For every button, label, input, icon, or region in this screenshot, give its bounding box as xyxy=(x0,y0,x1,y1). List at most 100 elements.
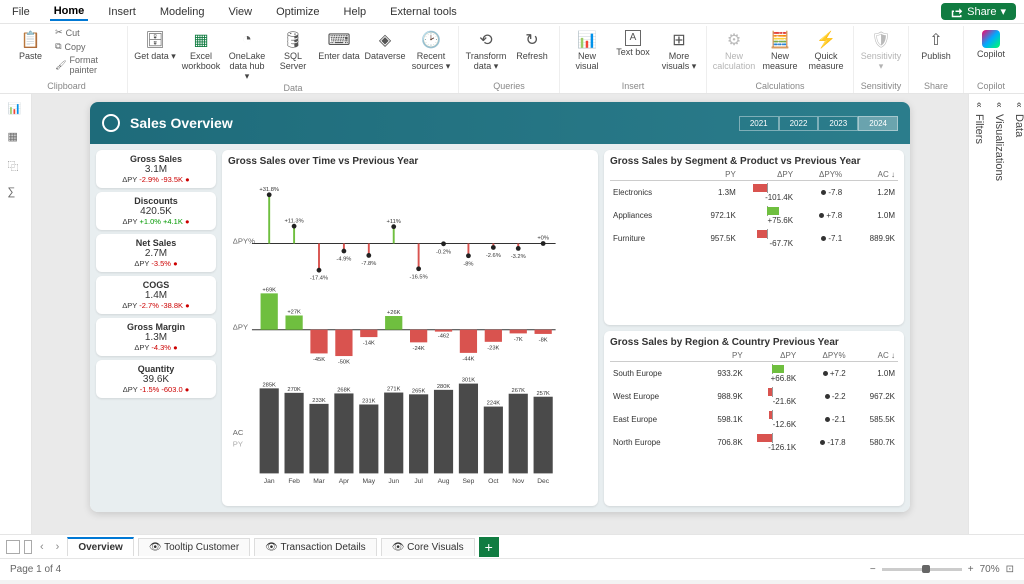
excel-button[interactable]: ▦Excel workbook xyxy=(180,26,222,72)
menu-view[interactable]: View xyxy=(224,4,256,20)
onelake-button[interactable]: ◔OneLake data hub ▾ xyxy=(226,26,268,82)
svg-text:-462: -462 xyxy=(438,334,449,340)
page-prev[interactable]: ‹ xyxy=(36,541,48,553)
table-row[interactable]: East Europe598.1K-12.6K -2.1585.5K xyxy=(610,408,898,431)
zoom-in-button[interactable]: + xyxy=(968,564,974,575)
kpi-card[interactable]: Gross Sales3.1MΔPY -2.9% -93.5K ● xyxy=(96,150,216,188)
svg-text:Dec: Dec xyxy=(537,478,550,485)
cut-button[interactable]: ✂Cut xyxy=(53,26,121,39)
page-tab-tooltip-customer[interactable]: 👁 Tooltip Customer xyxy=(138,538,250,556)
menu-help[interactable]: Help xyxy=(340,4,371,20)
svg-text:-50K: -50K xyxy=(338,360,350,366)
svg-text:-24K: -24K xyxy=(413,346,425,352)
page-tab-transaction-details[interactable]: 👁 Transaction Details xyxy=(254,538,377,556)
text-box-button[interactable]: AText box xyxy=(612,26,654,58)
year-2023[interactable]: 2023 xyxy=(818,116,858,131)
copilot-button[interactable]: Copilot xyxy=(970,26,1012,60)
region-title: Gross Sales by Region & Country Previous… xyxy=(610,337,898,348)
svg-text:-8K: -8K xyxy=(539,338,548,344)
sql-server-button[interactable]: 🛢SQL Server xyxy=(272,26,314,72)
add-page-button[interactable]: + xyxy=(479,537,499,557)
svg-text:-44K: -44K xyxy=(462,357,474,363)
menu-external-tools[interactable]: External tools xyxy=(386,4,461,20)
quick-measure-button[interactable]: ⚡Quick measure xyxy=(805,26,847,72)
dax-view-icon[interactable]: ∑ xyxy=(8,186,24,202)
svg-text:Jun: Jun xyxy=(388,478,399,485)
menu-insert[interactable]: Insert xyxy=(104,4,140,20)
fit-page-button[interactable]: ⊡ xyxy=(1006,564,1014,575)
time-chart-visual[interactable]: Gross Sales over Time vs Previous Year Δ… xyxy=(222,150,598,506)
kpi-card[interactable]: Quantity39.6KΔPY -1.5% -603.0 ● xyxy=(96,360,216,398)
ribbon-label-queries: Queries xyxy=(493,80,525,93)
share-button[interactable]: Share ▾ xyxy=(941,3,1016,20)
copy-button[interactable]: ⧉Copy xyxy=(53,40,121,53)
ribbon-label-calculations: Calculations xyxy=(755,80,804,93)
page-tab-overview[interactable]: Overview xyxy=(67,537,133,556)
page-next[interactable]: › xyxy=(52,541,64,553)
year-slicer[interactable]: 2021 2022 2023 2024 xyxy=(739,116,898,131)
ribbon-label-clipboard: Clipboard xyxy=(47,80,86,93)
page-tab-core-visuals[interactable]: 👁 Core Visuals xyxy=(381,538,475,556)
table-row[interactable]: South Europe933.2K+66.8K +7.21.0M xyxy=(610,362,898,386)
table-row[interactable]: Furniture957.5K-67.7K -7.1889.9K xyxy=(610,227,898,250)
table-row[interactable]: Appliances972.1K+75.6K +7.81.0M xyxy=(610,204,898,227)
kpi-card[interactable]: COGS1.4MΔPY -2.7% -38.8K ● xyxy=(96,276,216,314)
region-visual[interactable]: Gross Sales by Region & Country Previous… xyxy=(604,331,904,506)
report-title: Sales Overview xyxy=(130,115,233,131)
zoom-slider[interactable] xyxy=(882,568,962,571)
visualizations-pane-tab[interactable]: «Visualizations xyxy=(989,94,1009,534)
svg-text:+0%: +0% xyxy=(537,236,549,242)
table-row[interactable]: West Europe988.9K-21.6K -2.2967.2K xyxy=(610,385,898,408)
format-painter-button[interactable]: 🖌Format painter xyxy=(53,54,121,76)
year-2021[interactable]: 2021 xyxy=(739,116,779,131)
kpi-card[interactable]: Gross Margin1.3MΔPY -4.3% ● xyxy=(96,318,216,356)
svg-text:-2.6%: -2.6% xyxy=(486,253,501,259)
more-visuals-button[interactable]: ⊞More visuals ▾ xyxy=(658,26,700,72)
year-2024[interactable]: 2024 xyxy=(858,116,898,131)
svg-text:301K: 301K xyxy=(462,378,476,384)
table-row[interactable]: Electronics1.3M-101.4K -7.81.2M xyxy=(610,181,898,205)
time-chart: ΔPY%+31.8%+11.3%-17.4%-4.9%-7.8%+11%-16.… xyxy=(228,169,592,500)
status-bar: Page 1 of 4 − + 70% ⊡ xyxy=(0,558,1024,580)
new-visual-button[interactable]: 📊New visual xyxy=(566,26,608,72)
kpi-card[interactable]: Discounts420.5KΔPY +1.0% +4.1K ● xyxy=(96,192,216,230)
report-page: Sales Overview 2021 2022 2023 2024 Gross… xyxy=(90,102,910,512)
svg-text:Feb: Feb xyxy=(288,478,300,485)
recent-sources-button[interactable]: 🕑Recent sources ▾ xyxy=(410,26,452,72)
menu-optimize[interactable]: Optimize xyxy=(272,4,323,20)
mobile-layout-icon[interactable] xyxy=(24,540,32,554)
refresh-button[interactable]: ↻Refresh xyxy=(511,26,553,62)
svg-text:+11.3%: +11.3% xyxy=(285,218,304,224)
new-measure-button[interactable]: 🧮New measure xyxy=(759,26,801,72)
report-canvas[interactable]: Sales Overview 2021 2022 2023 2024 Gross… xyxy=(32,94,968,534)
sensitivity-button[interactable]: 🛡Sensitivity ▾ xyxy=(860,26,902,72)
segment-title: Gross Sales by Segment & Product vs Prev… xyxy=(610,156,898,167)
data-pane-tab[interactable]: «Data xyxy=(1009,94,1024,534)
filters-pane-tab[interactable]: «Filters xyxy=(969,94,989,534)
ribbon-group-queries: ⟲Transform data ▾ ↻Refresh Queries xyxy=(459,26,560,93)
svg-text:-7K: -7K xyxy=(514,337,523,343)
paste-button[interactable]: 📋Paste xyxy=(12,26,49,62)
desktop-layout-icon[interactable] xyxy=(6,540,20,554)
table-view-icon[interactable]: ▦ xyxy=(8,130,24,146)
time-chart-title: Gross Sales over Time vs Previous Year xyxy=(228,156,592,167)
menu-file[interactable]: File xyxy=(8,4,34,20)
model-view-icon[interactable]: ⿻ xyxy=(8,158,24,174)
dataverse-button[interactable]: ◈Dataverse xyxy=(364,26,406,62)
table-row[interactable]: North Europe706.8K-126.1K -17.8580.7K xyxy=(610,431,898,454)
kpi-card[interactable]: Net Sales2.7MΔPY -3.5% ● xyxy=(96,234,216,272)
year-2022[interactable]: 2022 xyxy=(779,116,819,131)
page-indicator: Page 1 of 4 xyxy=(10,564,61,575)
report-view-icon[interactable]: 📊 xyxy=(8,102,24,118)
zoom-out-button[interactable]: − xyxy=(870,564,876,575)
svg-text:+11%: +11% xyxy=(387,219,401,225)
get-data-button[interactable]: 🗄Get data ▾ xyxy=(134,26,176,62)
svg-text:May: May xyxy=(362,478,375,485)
new-calculation-button[interactable]: ⚙New calculation xyxy=(713,26,755,72)
publish-button[interactable]: ⇧Publish xyxy=(915,26,957,62)
enter-data-button[interactable]: ⌨Enter data xyxy=(318,26,360,62)
menu-home[interactable]: Home xyxy=(50,3,89,21)
menu-modeling[interactable]: Modeling xyxy=(156,4,209,20)
segment-visual[interactable]: Gross Sales by Segment & Product vs Prev… xyxy=(604,150,904,325)
transform-data-button[interactable]: ⟲Transform data ▾ xyxy=(465,26,507,72)
